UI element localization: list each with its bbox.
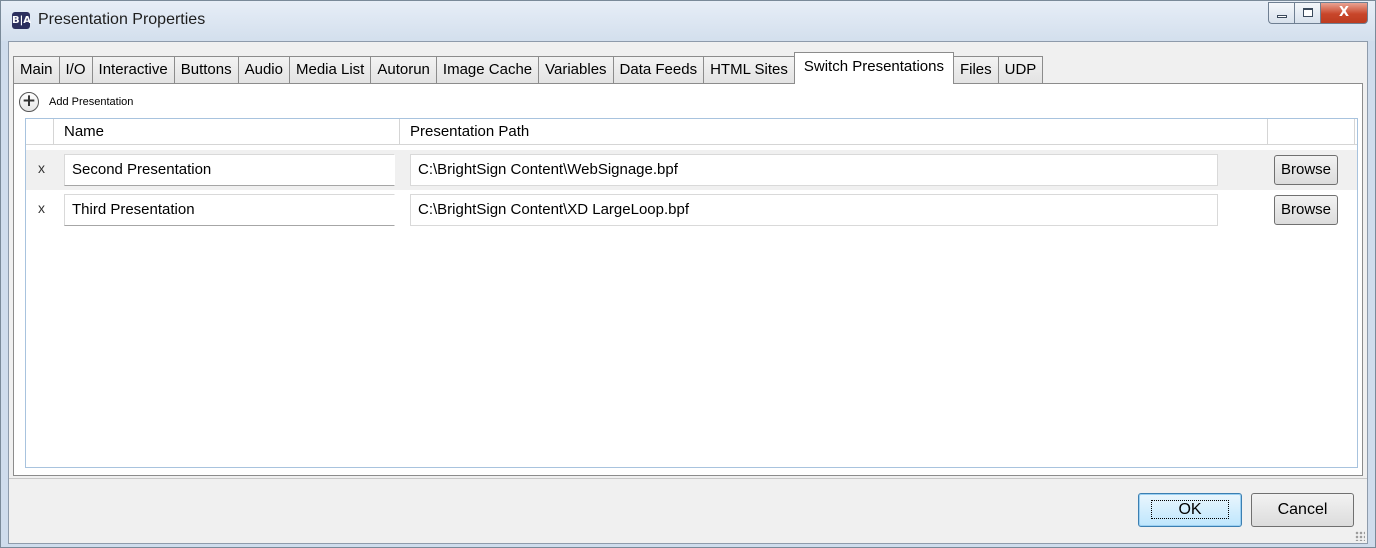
tab-main[interactable]: Main bbox=[13, 56, 60, 84]
tab-udp[interactable]: UDP bbox=[997, 56, 1044, 84]
minimize-icon bbox=[1277, 15, 1287, 18]
tab-variables[interactable]: Variables bbox=[538, 56, 614, 84]
switch-presentations-panel: + Add Presentation Name Presentation Pat… bbox=[13, 83, 1363, 476]
tab-audio[interactable]: Audio bbox=[237, 56, 290, 84]
table-row: x Third Presentation C:\BrightSign Conte… bbox=[26, 190, 1357, 230]
delete-row-button[interactable]: x bbox=[38, 200, 45, 216]
dialog-client-area: Main I/O Interactive Buttons Audio Media… bbox=[8, 41, 1368, 544]
presentation-path-field[interactable]: C:\BrightSign Content\WebSignage.bpf bbox=[410, 154, 1218, 186]
resize-grip-icon[interactable] bbox=[1355, 531, 1365, 541]
app-logo-icon: B|A bbox=[12, 12, 31, 29]
tab-interactive[interactable]: Interactive bbox=[91, 56, 175, 84]
grid-header: Name Presentation Path bbox=[26, 119, 1357, 145]
header-delete-column bbox=[26, 119, 54, 145]
tab-html-sites[interactable]: HTML Sites bbox=[703, 56, 795, 84]
ok-label: OK bbox=[1151, 500, 1229, 519]
title-bar[interactable]: B|A Presentation Properties X bbox=[1, 1, 1375, 41]
header-browse-column bbox=[1268, 119, 1355, 145]
add-presentation-button[interactable]: + Add Presentation bbox=[19, 92, 133, 112]
window-title: Presentation Properties bbox=[38, 11, 206, 28]
close-button[interactable]: X bbox=[1320, 2, 1368, 24]
presentation-properties-window: B|A Presentation Properties X Main I/O I… bbox=[0, 0, 1376, 548]
caption-buttons: X bbox=[1268, 2, 1368, 24]
presentation-name-field[interactable]: Third Presentation bbox=[64, 194, 395, 226]
browse-button[interactable]: Browse bbox=[1274, 195, 1338, 225]
browse-button[interactable]: Browse bbox=[1274, 155, 1338, 185]
tab-buttons[interactable]: Buttons bbox=[173, 56, 239, 84]
tab-switch-presentations[interactable]: Switch Presentations bbox=[793, 52, 954, 84]
presentations-grid: Name Presentation Path x Second Presenta… bbox=[25, 118, 1358, 468]
tab-strip: Main I/O Interactive Buttons Audio Media… bbox=[9, 52, 1044, 84]
cancel-button[interactable]: Cancel bbox=[1251, 493, 1354, 527]
table-row: x Second Presentation C:\BrightSign Cont… bbox=[26, 150, 1357, 190]
tab-files[interactable]: Files bbox=[952, 56, 999, 84]
ok-button[interactable]: OK bbox=[1138, 493, 1242, 527]
footer-divider bbox=[9, 478, 1367, 479]
tab-media-list[interactable]: Media List bbox=[288, 56, 372, 84]
close-icon: X bbox=[1338, 5, 1350, 20]
delete-row-button[interactable]: x bbox=[38, 160, 45, 176]
presentation-name-field[interactable]: Second Presentation bbox=[64, 154, 395, 186]
add-circle-icon: + bbox=[19, 92, 39, 112]
maximize-button[interactable] bbox=[1294, 2, 1320, 24]
tab-io[interactable]: I/O bbox=[58, 56, 93, 84]
tab-autorun[interactable]: Autorun bbox=[370, 56, 437, 84]
maximize-icon bbox=[1303, 8, 1313, 17]
tab-data-feeds[interactable]: Data Feeds bbox=[612, 56, 705, 84]
add-presentation-label: Add Presentation bbox=[49, 96, 134, 108]
header-presentation-path[interactable]: Presentation Path bbox=[400, 119, 1268, 145]
tab-image-cache[interactable]: Image Cache bbox=[435, 56, 540, 84]
header-name[interactable]: Name bbox=[54, 119, 400, 145]
presentation-path-field[interactable]: C:\BrightSign Content\XD LargeLoop.bpf bbox=[410, 194, 1218, 226]
minimize-button[interactable] bbox=[1268, 2, 1294, 24]
